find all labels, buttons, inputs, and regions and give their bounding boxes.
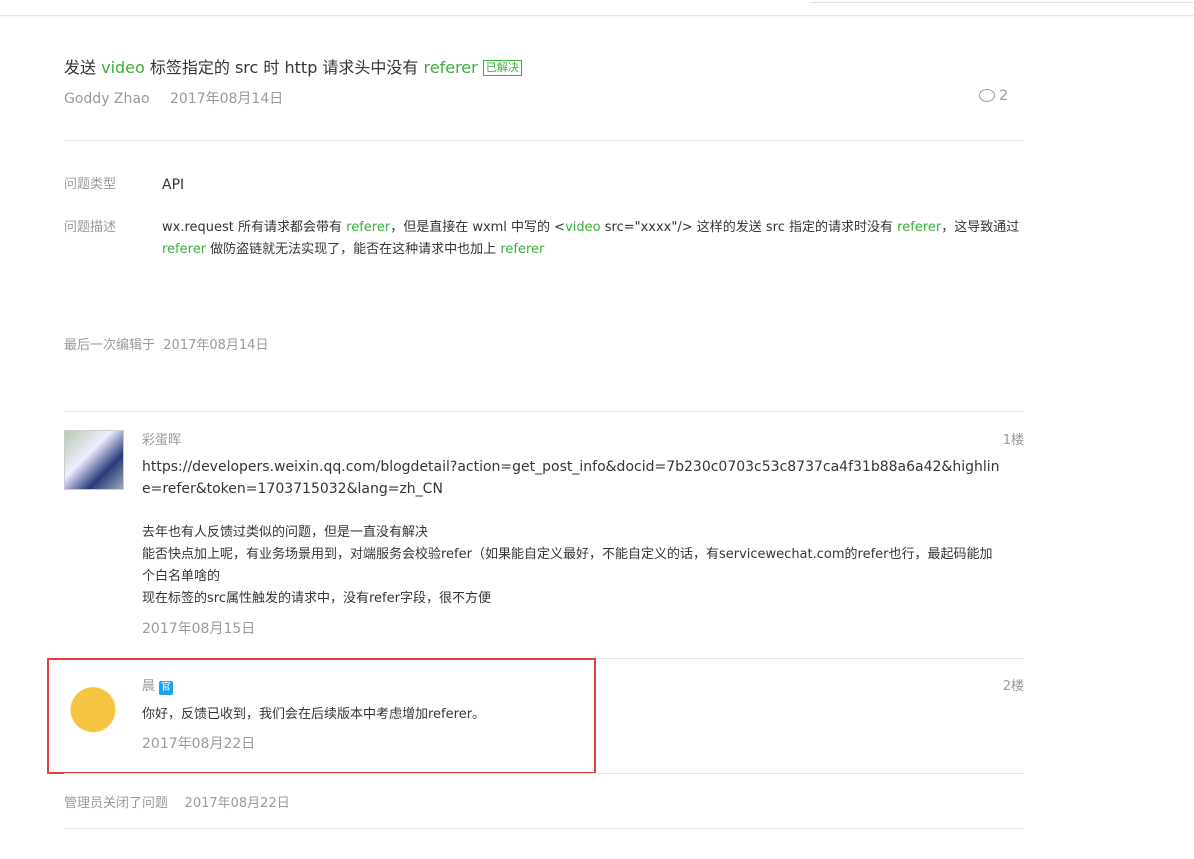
desc-label: 问题描述: [64, 220, 117, 235]
reply-line[interactable]: https://developers.weixin.qq.com/blogdet…: [142, 456, 1002, 500]
floor-number: 2楼: [1002, 679, 1024, 694]
reply-line: 去年也有人反馈过类似的问题，但是一直没有解决: [142, 525, 429, 540]
keyword: video: [565, 220, 601, 235]
top-bar: [0, 0, 1194, 16]
author-name[interactable]: Goddy Zhao: [64, 91, 150, 107]
comment-count[interactable]: 2: [979, 88, 1024, 104]
reply-author[interactable]: 彩蛋晖: [142, 430, 181, 452]
keyword: referer: [346, 220, 391, 235]
divider: [64, 140, 1024, 141]
text-segment: 标签指定的 src 时 http 请求头中没有: [144, 58, 424, 77]
reply-1: 彩蛋晖 1楼 https://developers.weixin.qq.com/…: [64, 430, 1024, 650]
reply-line: [142, 500, 1002, 522]
divider: [64, 773, 1024, 774]
type-label: 问题类型: [64, 177, 117, 192]
floor-number: 1楼: [1002, 433, 1024, 448]
desc-text: wx.request 所有请求都会带有 referer，但是直接在 wxml 中…: [162, 217, 1024, 261]
text-segment: 做防盗链就无法实现了，能否在这种请求中也加上: [206, 242, 501, 257]
text-segment: wx.request 所有请求都会带有: [162, 220, 347, 235]
text-segment: ，但是直接在 wxml 中写的 <: [390, 220, 566, 235]
post-title: 发送 video 标签指定的 src 时 http 请求头中没有 referer…: [64, 56, 1024, 80]
comment-icon: [979, 89, 996, 102]
keyword: referer: [423, 58, 478, 77]
closed-notice: 管理员关闭了问题 2017年08月22日: [64, 796, 290, 811]
post-meta: Goddy Zhao 2017年08月14日 2: [64, 88, 1024, 108]
resolved-badge: 已解决: [482, 60, 522, 76]
text-segment: 发送: [64, 58, 102, 77]
reply-line: 现在标签的src属性触发的请求中，没有refer字段，很不方便: [142, 591, 491, 606]
reply-line: 能否快点加上呢，有业务场景用到，对端服务会校验refer（如果能自定义最好，不能…: [142, 547, 993, 584]
divider: [64, 411, 1024, 412]
divider: [64, 828, 1024, 829]
top-bar-right: [810, 0, 1194, 3]
avatar[interactable]: [64, 430, 124, 490]
keyword: referer: [897, 220, 942, 235]
keyword: referer: [162, 242, 207, 257]
last-edit: 最后一次编辑于 2017年08月14日: [64, 338, 269, 353]
reply-body: https://developers.weixin.qq.com/blogdet…: [142, 456, 1002, 610]
text-segment: ，这导致通过: [941, 220, 1020, 235]
text-segment: src="xxxx"/> 这样的发送 src 指定的请求时没有: [600, 220, 898, 235]
keyword: video: [101, 58, 145, 77]
post-date: 2017年08月14日: [169, 91, 284, 107]
question-type: 问题类型 API: [64, 174, 1024, 198]
type-value: API: [162, 177, 185, 193]
keyword: referer: [500, 242, 545, 257]
highlight-box: [47, 658, 596, 774]
reply-date: 2017年08月15日: [142, 621, 256, 637]
